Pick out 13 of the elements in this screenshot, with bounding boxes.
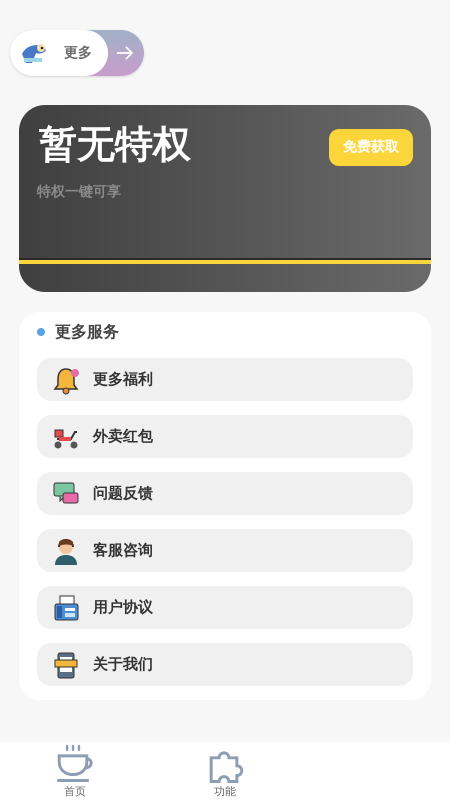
- arrow-right-icon: [116, 45, 134, 61]
- service-item[interactable]: 关于我们: [37, 643, 413, 686]
- more-button[interactable]: 更多: [10, 30, 144, 76]
- service-item[interactable]: 更多福利: [37, 358, 413, 401]
- card-subtitle: 特权一键可享: [36, 182, 122, 202]
- section-title: 更多服务: [55, 321, 119, 343]
- service-item[interactable]: 客服咨询: [37, 529, 413, 572]
- nav-tab[interactable]: 功能: [150, 742, 300, 800]
- nav-tab[interactable]: 首页: [0, 742, 150, 800]
- service-item[interactable]: 用户协议: [37, 586, 413, 629]
- service-item[interactable]: 外卖红包: [37, 415, 413, 458]
- card-title: 暂无特权: [39, 125, 191, 163]
- service-item[interactable]: 问题反馈: [37, 472, 413, 515]
